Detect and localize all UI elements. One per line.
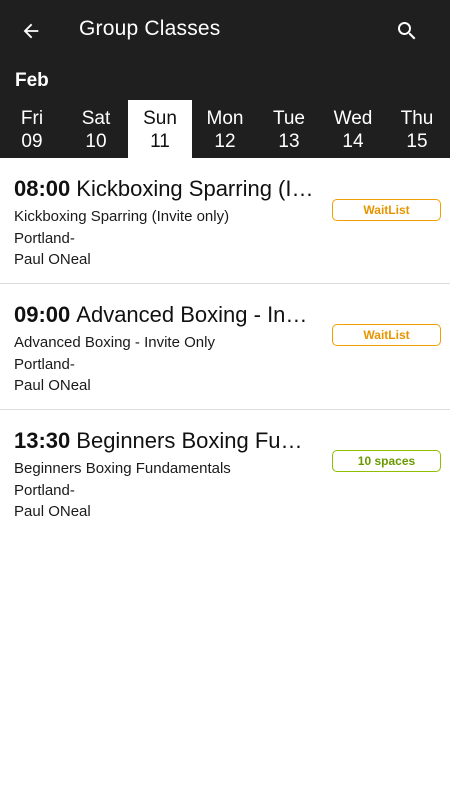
day-number: 11 — [150, 131, 170, 152]
month-label: Feb — [15, 70, 49, 91]
day-tab-wed[interactable]: Wed 14 — [321, 100, 385, 158]
class-location: Portland- — [14, 482, 75, 499]
class-time: 13:30 — [14, 428, 71, 453]
day-name: Sun — [143, 108, 177, 129]
class-name: Advanced Boxing - Invite Only — [14, 334, 215, 351]
class-title: Advanced Boxing - Invite Only — [76, 302, 314, 327]
class-time: 09:00 — [14, 302, 71, 327]
class-heading: 13:30Beginners Boxing Fundamentals — [14, 428, 314, 454]
class-location: Portland- — [14, 230, 75, 247]
class-item[interactable]: 13:30Beginners Boxing Fundamentals Begin… — [0, 410, 450, 536]
day-tab-sun[interactable]: Sun 11 — [128, 100, 192, 158]
day-selector: Fri 09 Sat 10 Sun 11 Mon 12 Tue 13 Wed 1… — [0, 100, 450, 158]
header: Group Classes Feb Fri 09 Sat 10 Sun 11 M… — [0, 0, 450, 158]
day-name: Thu — [400, 108, 434, 129]
class-time: 08:00 — [14, 176, 71, 201]
day-name: Wed — [333, 108, 373, 129]
day-name: Sat — [81, 108, 111, 129]
day-number: 09 — [21, 131, 43, 152]
class-heading: 09:00Advanced Boxing - Invite Only — [14, 302, 314, 328]
day-tab-thu[interactable]: Thu 15 — [385, 100, 449, 158]
day-number: 15 — [406, 131, 428, 152]
class-instructor: Paul ONeal — [14, 503, 91, 520]
page-title: Group Classes — [79, 17, 221, 40]
day-name: Tue — [272, 108, 306, 129]
book-spaces-button[interactable]: 10 spaces — [332, 450, 441, 472]
search-button[interactable] — [390, 14, 424, 48]
day-tab-mon[interactable]: Mon 12 — [193, 100, 257, 158]
waitlist-button[interactable]: WaitList — [332, 199, 441, 221]
class-location: Portland- — [14, 356, 75, 373]
class-instructor: Paul ONeal — [14, 251, 91, 268]
day-name: Fri — [20, 108, 44, 129]
arrow-back-icon — [23, 23, 39, 39]
class-item[interactable]: 08:00Kickboxing Sparring (Invite only) K… — [0, 158, 450, 284]
search-icon — [398, 22, 416, 40]
day-number: 14 — [342, 131, 364, 152]
day-tab-sat[interactable]: Sat 10 — [64, 100, 128, 158]
class-title: Beginners Boxing Fundamentals — [76, 428, 314, 453]
class-list: 08:00Kickboxing Sparring (Invite only) K… — [0, 158, 450, 536]
app-bar: Group Classes — [0, 0, 450, 62]
back-button[interactable] — [14, 14, 48, 48]
day-number: 13 — [278, 131, 300, 152]
day-tab-fri[interactable]: Fri 09 — [0, 100, 64, 158]
class-instructor: Paul ONeal — [14, 377, 91, 394]
class-item[interactable]: 09:00Advanced Boxing - Invite Only Advan… — [0, 284, 450, 410]
day-number: 10 — [85, 131, 107, 152]
waitlist-button[interactable]: WaitList — [332, 324, 441, 346]
class-name: Kickboxing Sparring (Invite only) — [14, 208, 230, 225]
class-name: Beginners Boxing Fundamentals — [14, 460, 231, 477]
class-heading: 08:00Kickboxing Sparring (Invite only) — [14, 176, 314, 202]
day-tab-tue[interactable]: Tue 13 — [257, 100, 321, 158]
day-number: 12 — [214, 131, 236, 152]
class-title: Kickboxing Sparring (Invite only) — [76, 176, 314, 201]
day-name: Mon — [206, 108, 244, 129]
